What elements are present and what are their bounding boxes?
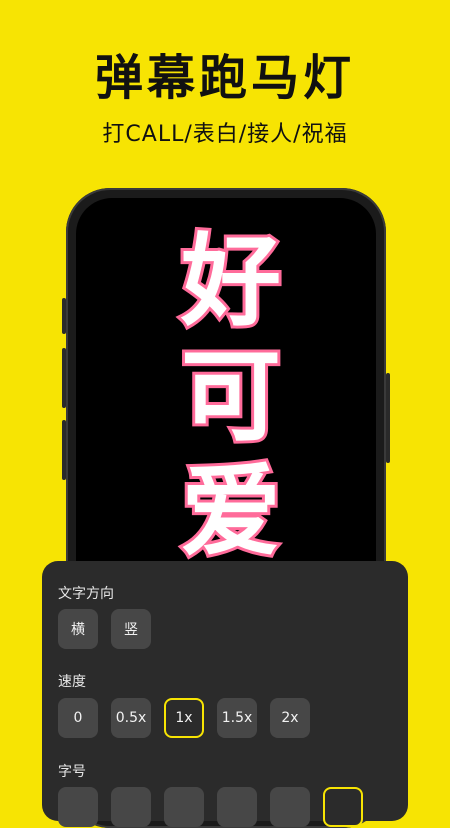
font-size-option[interactable] xyxy=(58,787,98,827)
led-character-glyph: 爱 xyxy=(181,453,281,570)
led-character: 可 xyxy=(178,335,284,458)
font-size-option[interactable] xyxy=(270,787,310,827)
phone-side-button xyxy=(62,420,66,480)
settings-panel: 文字方向 横 竖 速度 0 0.5x 1x 1.5x 2x 字号 xyxy=(42,561,408,827)
direction-vertical-button[interactable]: 竖 xyxy=(111,609,151,649)
font-size-label: 字号 xyxy=(58,764,86,780)
speed-1x-button[interactable]: 1x xyxy=(164,698,204,738)
speed-2x-button[interactable]: 2x xyxy=(270,698,310,738)
direction-label: 文字方向 xyxy=(58,586,114,602)
phone-side-button xyxy=(62,298,66,334)
led-character-glyph: 可 xyxy=(181,338,281,455)
font-size-option[interactable] xyxy=(111,787,151,827)
speed-0.5x-button[interactable]: 0.5x xyxy=(111,698,151,738)
font-size-option-selected[interactable] xyxy=(323,787,363,827)
phone-side-button xyxy=(62,348,66,408)
headline: 弹幕跑马灯 xyxy=(94,50,355,106)
direction-horizontal-button[interactable]: 横 xyxy=(58,609,98,649)
speed-label: 速度 xyxy=(58,674,86,690)
led-character: 爱 xyxy=(178,450,284,573)
phone-side-button xyxy=(386,373,390,463)
font-size-option[interactable] xyxy=(164,787,204,827)
led-character: 好 xyxy=(177,220,284,343)
led-character-glyph: 好 xyxy=(180,223,281,340)
subline: 打CALL/表白/接人/祝福 xyxy=(102,122,348,147)
font-size-option[interactable] xyxy=(217,787,257,827)
speed-0-button[interactable]: 0 xyxy=(58,698,98,738)
speed-1.5x-button[interactable]: 1.5x xyxy=(217,698,257,738)
